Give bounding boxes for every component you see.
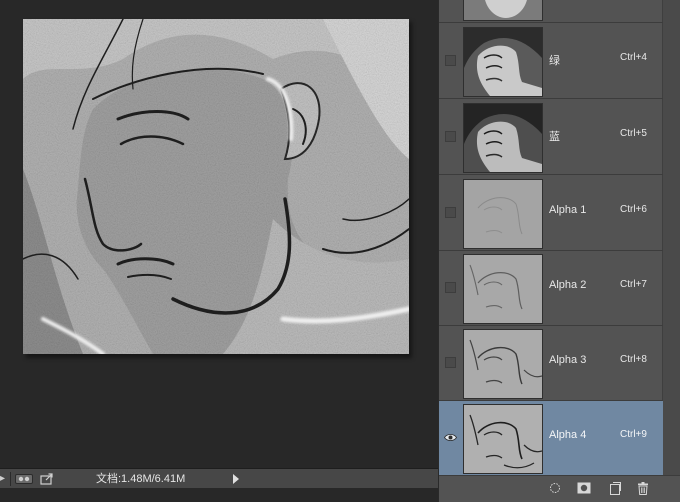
visibility-box xyxy=(444,130,456,142)
channel-shortcut: Ctrl+7 xyxy=(620,279,647,290)
document-canvas-area[interactable] xyxy=(0,0,438,468)
channel-row[interactable] xyxy=(439,0,663,23)
channel-name: Alpha 4 xyxy=(549,429,587,441)
eye-icon xyxy=(443,433,457,441)
channel-name: Alpha 2 xyxy=(549,279,587,291)
channel-row-alpha-1[interactable]: Alpha 1 Ctrl+6 xyxy=(439,176,663,251)
panel-scrollbar[interactable] xyxy=(662,0,680,475)
visibility-toggle[interactable] xyxy=(443,430,457,444)
channel-shortcut: Ctrl+9 xyxy=(620,429,647,440)
share-icon[interactable] xyxy=(38,472,56,486)
workspace-bottom-strip xyxy=(0,489,438,502)
channel-thumbnail xyxy=(463,27,543,97)
status-menu-arrow-icon[interactable] xyxy=(230,473,242,485)
scroll-left-icon[interactable]: ▸ xyxy=(0,473,6,485)
channel-name: Alpha 3 xyxy=(549,354,587,366)
visibility-toggle[interactable] xyxy=(443,53,457,67)
channels-panel: 绿 Ctrl+4 蓝 Ctrl+5 Alpha 1 Ctrl+6 Alpha 2… xyxy=(438,0,680,502)
channel-row-green[interactable]: 绿 Ctrl+4 xyxy=(439,24,663,99)
channel-name: 蓝 xyxy=(549,131,560,143)
channel-thumbnail xyxy=(463,179,543,249)
channel-name: 绿 xyxy=(549,55,560,67)
channel-shortcut: Ctrl+4 xyxy=(620,52,647,63)
channels-panel-footer xyxy=(439,475,680,502)
visibility-toggle[interactable] xyxy=(443,129,457,143)
channel-thumbnail xyxy=(463,103,543,173)
channel-name: Alpha 1 xyxy=(549,204,587,216)
delete-channel-icon[interactable] xyxy=(635,481,651,495)
gpu-icon[interactable] xyxy=(15,472,33,486)
visibility-toggle[interactable] xyxy=(443,355,457,369)
save-selection-icon[interactable] xyxy=(576,481,592,495)
channel-thumbnail xyxy=(463,254,543,324)
channel-thumbnail xyxy=(463,329,543,399)
alpha-channel-face-image xyxy=(23,19,409,354)
channel-row-alpha-2[interactable]: Alpha 2 Ctrl+7 xyxy=(439,251,663,326)
load-selection-icon[interactable] xyxy=(547,481,563,495)
new-channel-icon[interactable] xyxy=(607,481,623,495)
visibility-box xyxy=(444,54,456,66)
channel-shortcut: Ctrl+5 xyxy=(620,128,647,139)
visibility-box xyxy=(444,281,456,293)
channel-row-alpha-4[interactable]: Alpha 4 Ctrl+9 xyxy=(439,401,663,476)
document-image[interactable] xyxy=(23,19,409,354)
channel-shortcut: Ctrl+6 xyxy=(620,204,647,215)
status-bar: ▸ 文档:1.48M/6.41M xyxy=(0,468,438,488)
visibility-toggle[interactable] xyxy=(443,280,457,294)
channel-row-alpha-3[interactable]: Alpha 3 Ctrl+8 xyxy=(439,326,663,401)
channel-thumbnail xyxy=(463,0,543,21)
visibility-box xyxy=(444,356,456,368)
channel-shortcut: Ctrl+8 xyxy=(620,354,647,365)
channel-thumbnail xyxy=(463,404,543,474)
visibility-box xyxy=(444,206,456,218)
visibility-toggle[interactable] xyxy=(443,205,457,219)
channel-row-blue[interactable]: 蓝 Ctrl+5 xyxy=(439,100,663,175)
document-size-info: 文档:1.48M/6.41M xyxy=(96,473,186,485)
status-divider xyxy=(10,472,11,486)
